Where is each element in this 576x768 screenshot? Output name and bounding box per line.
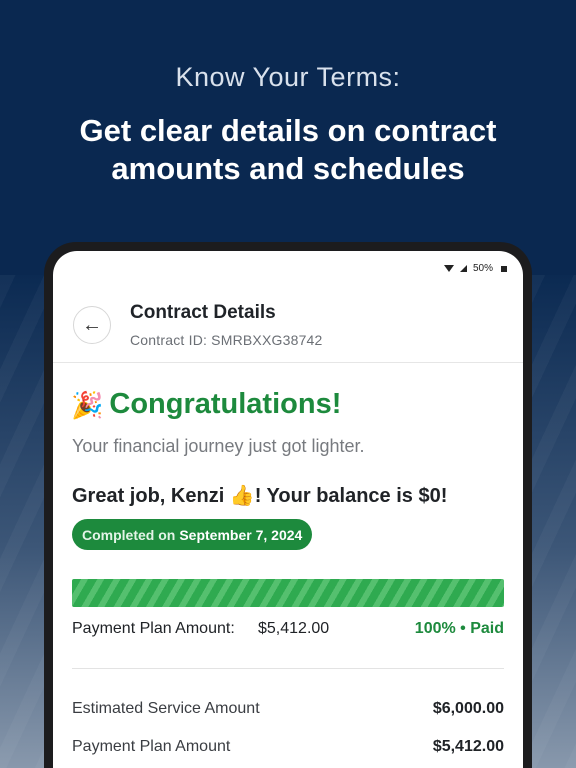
completed-prefix: Completed on [82, 526, 176, 543]
status-bar: 50% [443, 263, 507, 274]
detail-label: Payment Plan Amount [72, 738, 231, 755]
page-title: Contract Details [130, 302, 276, 323]
tagline: Your financial journey just got lighter. [72, 436, 365, 456]
detail-value: $5,412.00 [432, 738, 504, 755]
detail-row-payment-plan: Payment Plan Amount $5,412.00 [72, 738, 504, 760]
detail-label: Estimated Service Amount [72, 700, 260, 717]
plan-amount-label: Payment Plan Amount: [72, 620, 235, 637]
party-popper-icon: 🎉 [71, 389, 104, 420]
plan-summary-row: Payment Plan Amount: $5,412.00 100% • Pa… [72, 620, 504, 642]
payment-progress-bar [72, 579, 504, 607]
promo-title-line-2: amounts and schedules [111, 151, 465, 186]
promo-title: Get clear details on contract amounts an… [0, 112, 576, 188]
battery-icon [501, 265, 507, 272]
arrow-left-icon: ← [82, 313, 102, 336]
detail-row-estimated-service: Estimated Service Amount $6,000.00 [72, 700, 504, 722]
detail-value: $6,000.00 [432, 700, 504, 717]
battery-level: 50% [472, 263, 493, 274]
plan-amount-value: $5,412.00 [258, 620, 330, 637]
completed-badge: Completed on September 7, 2024 [72, 519, 313, 550]
divider [72, 668, 504, 669]
congratulations-heading: 🎉 Congratulations! [71, 388, 341, 421]
back-button[interactable]: ← [73, 306, 111, 344]
signal-icon [459, 265, 467, 272]
congratulations-text: Congratulations! [109, 388, 342, 420]
app-screen: 50% ← Contract Details Contract ID: SMRB… [53, 251, 523, 768]
paid-status: 100% • Paid [414, 620, 504, 637]
completed-date: September 7, 2024 [179, 526, 303, 543]
contract-header: ← Contract Details Contract ID: SMRBXXG3… [53, 291, 523, 363]
contract-id: Contract ID: SMRBXXG38742 [130, 332, 323, 348]
promo-title-line-1: Get clear details on contract [79, 113, 497, 148]
promo-eyebrow: Know Your Terms: [175, 62, 401, 92]
wifi-icon [443, 265, 454, 272]
balance-greeting: Great job, Kenzi 👍! Your balance is $0! [72, 485, 448, 507]
